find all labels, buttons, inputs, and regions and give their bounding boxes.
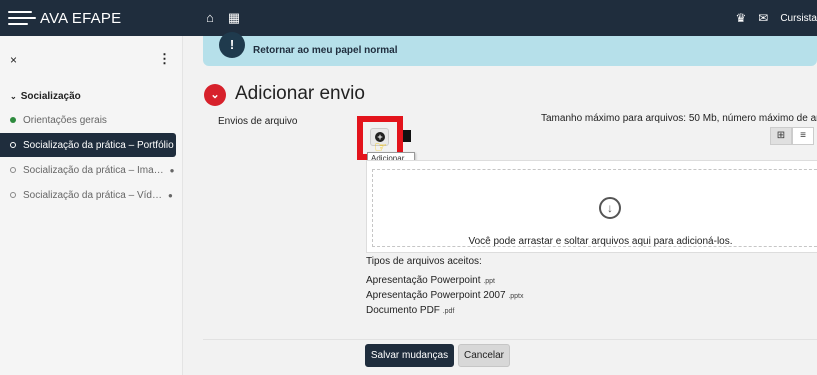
grid-view-icon[interactable]: ⊞ (770, 127, 792, 145)
logo-mark-icon (8, 7, 36, 29)
incomplete-dot-icon (10, 167, 16, 173)
dropzone-text: Você pode arrastar e soltar arquivos aqu… (468, 236, 733, 247)
bell-icon[interactable]: ♛ (735, 11, 746, 25)
user-name[interactable]: Cursista (780, 13, 817, 24)
lock-icon: ● (167, 190, 173, 200)
accepted-type-item: Apresentação Powerpoint 2007 .pptx (366, 290, 524, 301)
accepted-type-item: Documento PDF .pdf (366, 305, 455, 316)
incomplete-dot-icon (10, 142, 16, 148)
logo-text: AVA EFAPE (40, 9, 122, 27)
sidebar-section-header[interactable]: ⌄ Socialização (10, 91, 81, 102)
sidebar-item-videos[interactable]: Socialização da prática – Víd… ● (0, 183, 176, 207)
accepted-types-label: Tipos de arquivos aceitos: (366, 256, 482, 267)
form-divider (203, 339, 817, 340)
view-toggle: ⊞ ≡ (770, 127, 814, 145)
page-title: Adicionar envio (235, 83, 365, 104)
info-icon: ! (219, 32, 245, 58)
sidebar-item-portfolio[interactable]: Socialização da prática – Portfólio (0, 133, 176, 157)
max-size-text: Tamanho máximo para arquivos: 50 Mb, núm… (541, 113, 817, 124)
completed-dot-icon (10, 117, 16, 123)
download-arrow-icon: ↓ (599, 197, 621, 219)
folder-icon[interactable] (402, 130, 411, 142)
calendar-icon[interactable]: ▦ (228, 10, 240, 26)
incomplete-dot-icon (10, 192, 16, 198)
course-index-sidebar: × ⋮ ⌄ Socialização Orientações gerais Soc… (0, 36, 183, 375)
return-role-link[interactable]: Retornar ao meu papel normal (253, 45, 397, 56)
sidebar-item-imagens[interactable]: Socialização da prática – Ima… ● (0, 158, 176, 182)
role-banner: ! Retornar ao meu papel normal (203, 32, 817, 66)
collapse-section-button[interactable]: ⌄ (204, 84, 226, 106)
top-navbar: AVA EFAPE ⌂ ▦ ♛ ✉ Cursista (0, 0, 817, 36)
file-dropzone[interactable]: ↓ Você pode arrastar e soltar arquivos a… (366, 160, 817, 253)
list-view-icon[interactable]: ≡ (792, 127, 814, 145)
close-sidebar-button[interactable]: × (10, 53, 17, 67)
hand-cursor-icon: ☞ (374, 139, 388, 156)
dropzone-area[interactable]: ↓ Você pode arrastar e soltar arquivos a… (372, 169, 817, 247)
sidebar-item-orientacoes[interactable]: Orientações gerais (0, 108, 176, 132)
accepted-type-item: Apresentação Powerpoint .ppt (366, 275, 495, 286)
cancel-button[interactable]: Cancelar (458, 344, 510, 367)
home-icon[interactable]: ⌂ (206, 10, 214, 26)
mail-icon[interactable]: ✉ (758, 11, 768, 25)
lock-icon: ● (169, 165, 175, 175)
chevron-down-icon: ⌄ (10, 92, 17, 101)
save-button[interactable]: Salvar mudanças (365, 344, 454, 367)
file-submissions-label: Envios de arquivo (218, 116, 298, 127)
site-logo[interactable]: AVA EFAPE (8, 7, 121, 29)
filepicker-toolbar: + (366, 125, 817, 149)
sidebar-options-button[interactable]: ⋮ (158, 51, 171, 67)
